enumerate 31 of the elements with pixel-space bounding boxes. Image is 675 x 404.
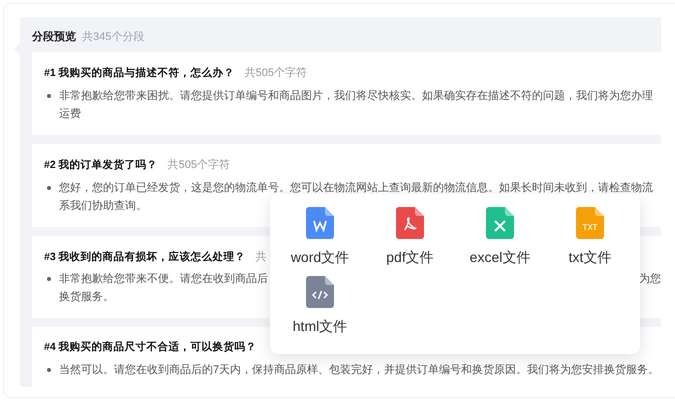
answer-text: 非常抱歉给您带来困扰。请您提供订单编号和商品图片，我们将尽快核实。如果确实存在描述不符的问题，我们将为您办理 xyxy=(59,88,653,104)
answer-text: 您好，您的订单已经发货，这是您的物流单号。您可以在物流网站上查询最新的物流信息。如果长时间未收到，请检查物流 xyxy=(59,180,653,196)
export-option[interactable]: pdf文件 xyxy=(370,207,450,268)
segment-title: #1 我购买的商品与描述不符，怎么办？ xyxy=(44,66,235,81)
segment-title: #4 我购买的商品尺寸不合适，可以换货吗？ xyxy=(44,340,257,356)
panel-title: 分段预览 xyxy=(32,30,76,45)
export-option[interactable]: TXT txt文件 xyxy=(550,207,630,268)
file-icon xyxy=(306,276,334,308)
segment-title: #2 我的订单发货了吗？ xyxy=(44,158,158,173)
bullet-icon xyxy=(47,277,51,282)
answer-text: 非常抱歉给您带来不便。请您在收到商品后 xyxy=(59,272,268,288)
char-count: 共505个字符 xyxy=(244,66,307,81)
export-option[interactable]: word文件 xyxy=(280,207,360,268)
bullet-icon xyxy=(47,94,51,98)
export-option[interactable]: html文件 xyxy=(280,276,360,337)
file-icon xyxy=(486,207,514,239)
answer-text: 运费 xyxy=(59,106,81,122)
file-icon: TXT xyxy=(576,207,604,239)
char-count: 共505个字符 xyxy=(168,158,230,173)
bullet-icon xyxy=(47,368,51,372)
answer-text: 为您 xyxy=(639,272,661,288)
answer-text: 系我们协助查询。 xyxy=(59,198,147,214)
export-option[interactable]: excel文件 xyxy=(460,207,540,268)
file-icon xyxy=(396,207,424,239)
segment-count: 共345个分段 xyxy=(82,30,144,45)
answer-text: 换货服务。 xyxy=(59,290,114,306)
bullet-icon xyxy=(47,186,51,190)
segment-title: #3 我收到的商品有损坏，应该怎么处理？ xyxy=(44,250,246,264)
file-icon xyxy=(306,207,334,239)
answer-text: 当然可以。请您在收到商品后的7天内，保持商品原样、包装完好，并提供订单编号和换货原因。我们将为您安排换货服务。 xyxy=(59,362,660,378)
char-count: 共 xyxy=(256,250,267,264)
